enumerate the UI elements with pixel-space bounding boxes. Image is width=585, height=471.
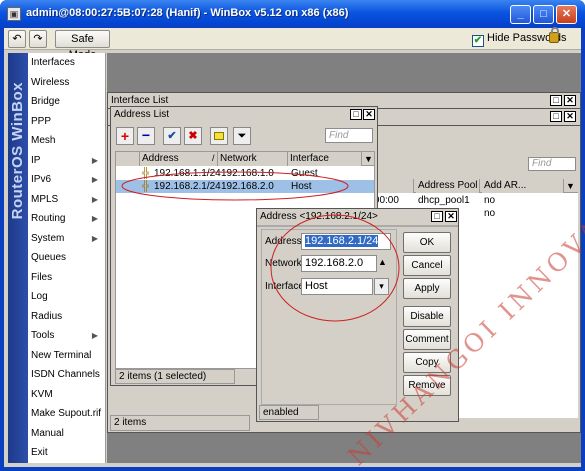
annotation-circle-fields [270, 214, 400, 322]
annotation-overlay [121, 171, 400, 322]
annotation-circle-row [121, 171, 349, 201]
